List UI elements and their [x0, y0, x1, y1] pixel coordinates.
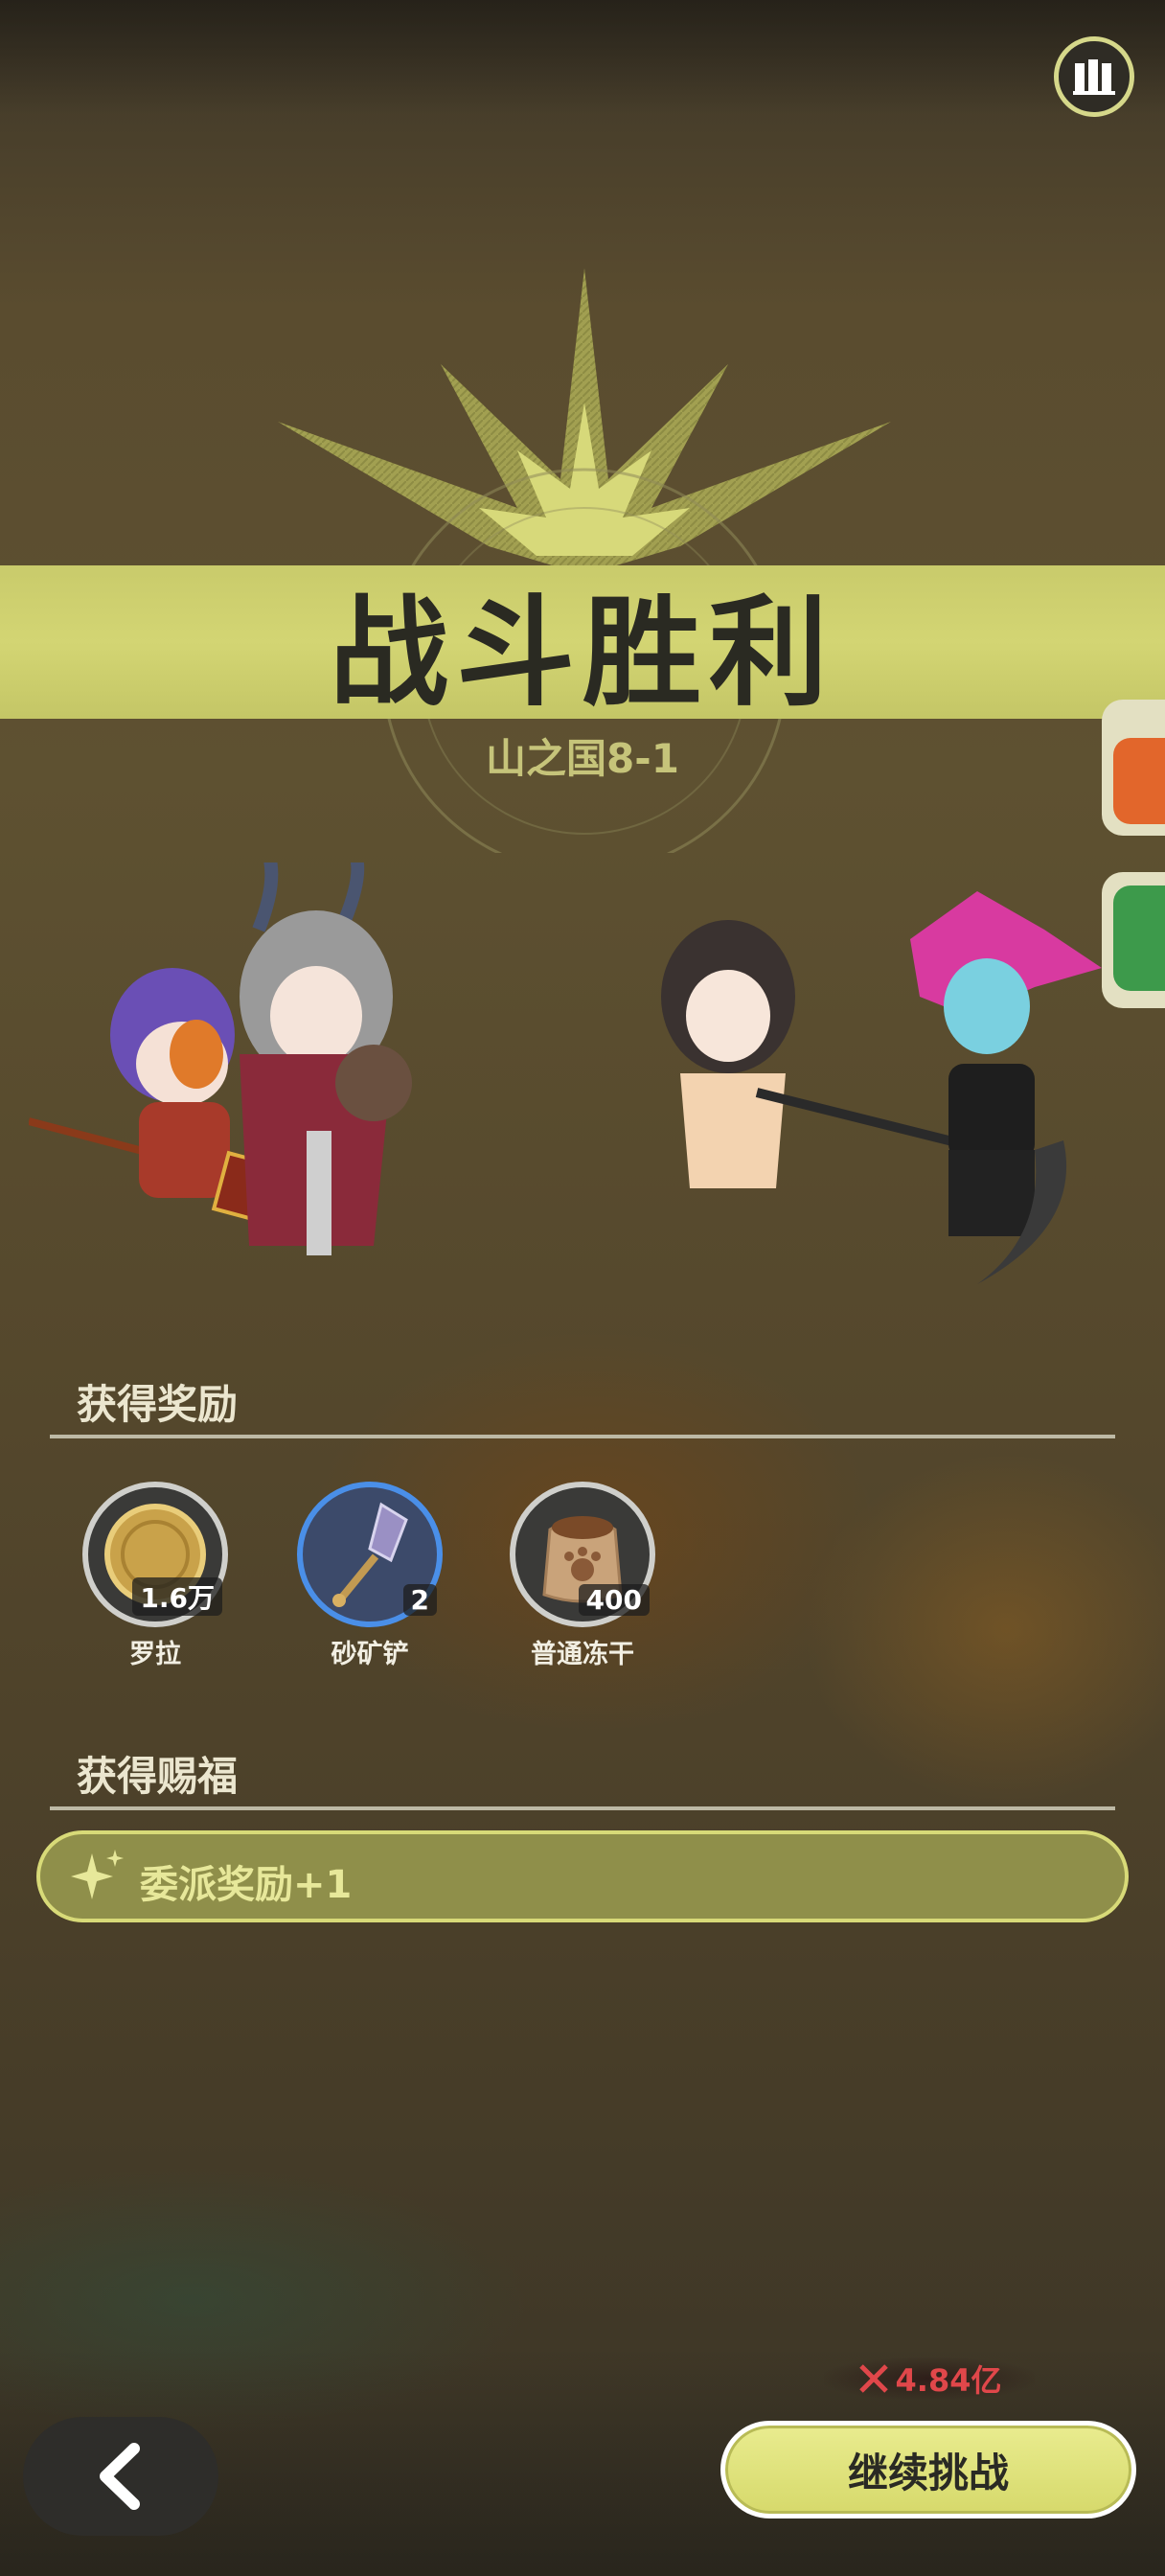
- back-button[interactable]: [23, 2417, 218, 2536]
- blessing-divider: [50, 1806, 1115, 1810]
- reward-qty: 1.6万: [132, 1577, 222, 1616]
- blessing-text: 委派奖励+1: [140, 1863, 353, 1907]
- reward-qty: 400: [578, 1584, 650, 1616]
- hero-4-pink-hair-reaper: [910, 891, 1102, 1284]
- codex-button[interactable]: [1054, 36, 1134, 117]
- sparkle-icon: [71, 1850, 124, 1899]
- combat-power-value: 4.84亿: [895, 2362, 1002, 2399]
- continue-challenge-button[interactable]: 继续挑战: [720, 2421, 1136, 2518]
- reward-qty: 2: [402, 1584, 437, 1616]
- rewards-divider: [50, 1435, 1115, 1438]
- hero-team: [29, 862, 1102, 1284]
- combat-power: 4.84亿: [824, 2358, 1035, 2400]
- stage-label: 山之国8-1: [486, 735, 679, 782]
- rewards-heading: 获得奖励: [77, 1381, 239, 1428]
- blessing-heading: 获得赐福: [77, 1753, 239, 1800]
- reward-item-lora[interactable]: 1.6万 罗拉: [79, 1482, 232, 1670]
- reward-name: 罗拉: [129, 1640, 181, 1669]
- reward-item-food[interactable]: 400 普通冻干: [506, 1482, 659, 1670]
- top-shade: [0, 0, 1165, 115]
- blessing-item: 委派奖励+1: [36, 1830, 1129, 1922]
- reward-item-shovel[interactable]: 2 砂矿铲: [293, 1482, 446, 1670]
- reward-name: 普通冻干: [531, 1640, 634, 1669]
- side-event-tab[interactable]: [1102, 700, 1165, 836]
- book-icon: [1073, 59, 1115, 95]
- reward-name: 砂矿铲: [331, 1640, 409, 1669]
- crossed-swords-icon: [858, 2364, 888, 2393]
- chevron-left-icon: [100, 2443, 140, 2510]
- victory-title: 战斗胜利: [329, 585, 835, 723]
